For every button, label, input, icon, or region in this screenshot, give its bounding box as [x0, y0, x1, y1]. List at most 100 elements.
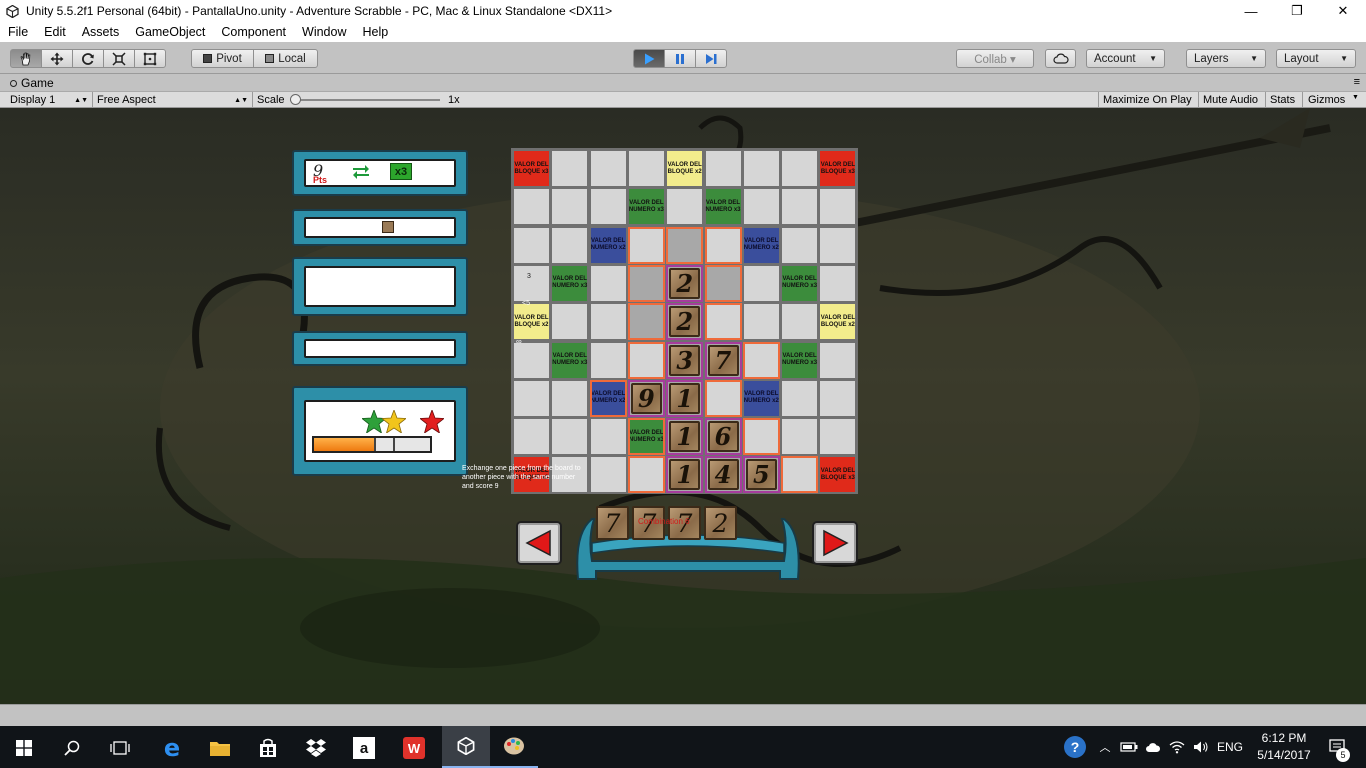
board-cell[interactable] [705, 151, 741, 186]
file-explorer-button[interactable] [196, 732, 244, 764]
board-cell[interactable] [590, 189, 626, 225]
board-cell[interactable] [820, 227, 856, 263]
board-cell[interactable] [627, 303, 665, 341]
bonus-cell-blue[interactable]: VALOR DEL NUMERO x2 [590, 227, 626, 263]
help-tray-icon[interactable]: ? [1062, 726, 1088, 768]
board-cell[interactable] [552, 227, 588, 263]
number-tile[interactable]: 1 [669, 382, 701, 414]
move-tool-icon[interactable] [41, 49, 73, 68]
board-cell[interactable] [514, 419, 549, 455]
board-cell[interactable]: 1 [666, 418, 704, 456]
bonus-cell-yellow[interactable]: VALOR DEL BLOQUE x2 [667, 151, 703, 186]
account-dropdown[interactable]: Account ▼ [1086, 49, 1165, 68]
board-cell[interactable] [820, 419, 856, 455]
bonus-cell-green[interactable]: VALOR DEL NUMERO x3 [782, 342, 817, 378]
bonus-cell-yellow[interactable]: VALOR DEL BLOQUE x2 [514, 304, 549, 340]
board-cell[interactable] [782, 419, 818, 455]
game-tab[interactable]: Game [21, 76, 54, 90]
number-tile[interactable]: 3 [669, 344, 701, 376]
menu-gameobject[interactable]: GameObject [127, 25, 213, 39]
rect-tool-icon[interactable] [134, 49, 166, 68]
board-cell[interactable] [514, 380, 549, 416]
bonus-cell-blue[interactable]: VALOR DEL NUMERO x2 [743, 380, 779, 416]
board-cell[interactable] [552, 419, 588, 455]
menu-file[interactable]: File [0, 25, 36, 39]
language-indicator[interactable]: ENG [1214, 726, 1246, 768]
bonus-cell-blue[interactable]: VALOR DEL NUMERO x2 [589, 379, 627, 417]
board-cell[interactable]: 2 [666, 303, 704, 341]
board-cell[interactable] [820, 265, 856, 301]
store-button[interactable] [244, 732, 292, 764]
search-button[interactable] [48, 732, 96, 764]
scroll-left-button[interactable] [516, 521, 562, 565]
stats-toggle[interactable]: Stats [1270, 93, 1295, 107]
number-tile[interactable]: 1 [669, 459, 701, 491]
board-cell[interactable] [590, 342, 626, 378]
board-cell[interactable] [590, 419, 626, 455]
number-tile[interactable]: 2 [669, 306, 701, 338]
bonus-cell-red[interactable]: VALOR DEL BLOQUE x3 [820, 151, 856, 186]
bonus-cell-blue[interactable]: VALOR DEL NUMERO x2 [743, 227, 779, 263]
board-cell[interactable] [704, 226, 742, 264]
local-toggle[interactable]: Local [253, 49, 318, 68]
scroll-right-button[interactable] [812, 521, 858, 565]
board-cell[interactable] [514, 342, 549, 378]
board-cell[interactable] [704, 264, 742, 302]
step-button[interactable] [695, 49, 727, 68]
number-tile[interactable]: 9 [630, 382, 662, 414]
bonus-cell-red[interactable]: VALOR DEL BLOQUE x3 [514, 151, 549, 186]
layers-dropdown[interactable]: Layers ▼ [1186, 49, 1266, 68]
board-cell[interactable] [627, 456, 665, 494]
board-cell[interactable]: 2 [666, 264, 704, 302]
clock[interactable]: 6:12 PM 5/14/2017 [1252, 726, 1316, 768]
mute-audio-toggle[interactable]: Mute Audio [1203, 93, 1258, 107]
tab-menu-icon[interactable]: ≡ [1354, 76, 1360, 88]
menu-component[interactable]: Component [213, 25, 294, 39]
menu-edit[interactable]: Edit [36, 25, 74, 39]
board-cell[interactable] [782, 151, 818, 186]
board-cell[interactable] [590, 265, 626, 301]
number-tile[interactable]: 1 [669, 421, 701, 453]
board-cell[interactable] [627, 341, 665, 379]
menu-help[interactable]: Help [354, 25, 396, 39]
board-cell[interactable]: 1 [666, 379, 704, 417]
hand-tool-icon[interactable] [10, 49, 42, 68]
number-tile[interactable]: 7 [707, 344, 739, 376]
menu-window[interactable]: Window [294, 25, 354, 39]
board-cell[interactable] [743, 265, 779, 301]
board-cell[interactable] [782, 189, 818, 225]
board-cell[interactable] [782, 227, 818, 263]
board-cell[interactable] [590, 151, 626, 186]
board-cell[interactable] [514, 189, 549, 225]
start-button[interactable] [0, 732, 48, 764]
board-cell[interactable]: 1 [666, 456, 704, 494]
bonus-cell-green[interactable]: VALOR DEL NUMERO x3 [628, 189, 664, 225]
board-cell[interactable] [742, 341, 780, 379]
board-cell[interactable] [627, 264, 665, 302]
board-cell[interactable] [628, 151, 664, 186]
board-cell[interactable] [627, 226, 665, 264]
play-button[interactable] [633, 49, 665, 68]
board-cell[interactable] [590, 304, 626, 340]
slider-thumb[interactable] [290, 94, 301, 105]
bonus-cell-green[interactable]: VALOR DEL NUMERO x3 [782, 265, 817, 301]
board-cell[interactable] [782, 380, 818, 416]
board-cell[interactable] [743, 189, 779, 225]
board-cell[interactable] [743, 151, 779, 186]
scale-slider[interactable] [290, 93, 440, 107]
number-tile[interactable]: 5 [745, 459, 777, 491]
board-cell[interactable] [820, 380, 856, 416]
network-icon[interactable] [1166, 726, 1188, 768]
board-cell[interactable] [704, 303, 742, 341]
board-cell[interactable]: 4 [704, 456, 742, 494]
wps-office-button[interactable]: W [390, 732, 438, 764]
paint-taskbar-button[interactable] [490, 726, 538, 768]
bonus-cell-green[interactable]: VALOR DEL NUMERO x3 [552, 265, 587, 301]
number-tile[interactable]: 2 [669, 267, 701, 299]
board-cell[interactable] [820, 342, 856, 378]
game-view[interactable]: 9 Pts x3 3 <5 ∞ VALOR DEL BLOQUE x3 VALO… [0, 108, 1366, 704]
menu-assets[interactable]: Assets [74, 25, 128, 39]
pause-button[interactable] [664, 49, 696, 68]
rotate-tool-icon[interactable] [72, 49, 104, 68]
bonus-cell-green[interactable]: VALOR DEL NUMERO x3 [705, 189, 741, 225]
